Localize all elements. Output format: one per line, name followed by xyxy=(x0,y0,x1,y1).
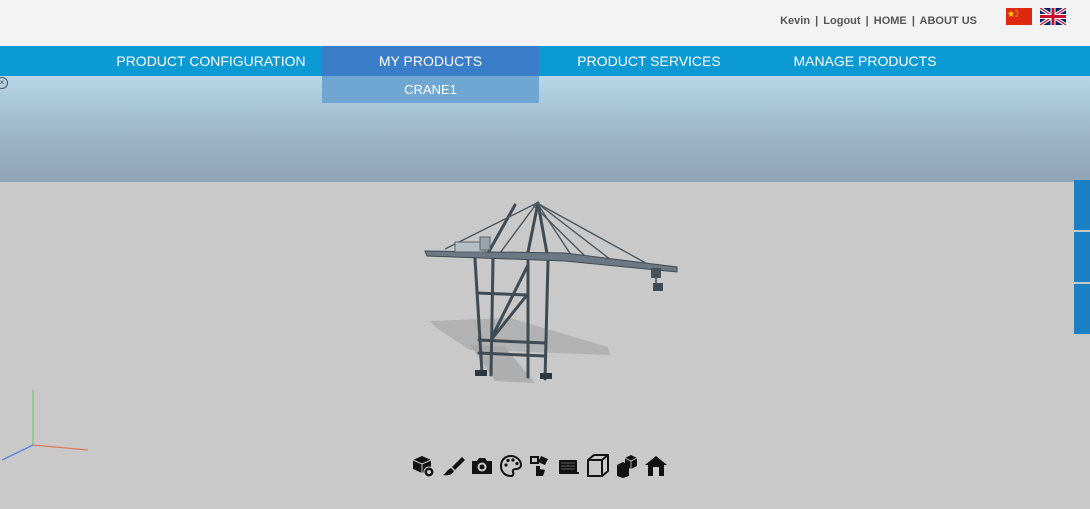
dropdown-item-crane1[interactable]: CRANE1 xyxy=(322,76,539,103)
crane-shadow xyxy=(430,318,610,355)
viewer-toolbar xyxy=(411,453,669,481)
side-tab-2[interactable] xyxy=(1074,232,1090,282)
separator: | xyxy=(815,15,819,27)
user-links: Kevin | Logout | HOME | ABOUT US xyxy=(780,15,977,27)
home-icon[interactable] xyxy=(643,453,669,479)
nav-product-services[interactable]: PRODUCT SERVICES xyxy=(539,46,759,76)
uk-flag-icon[interactable] xyxy=(1040,8,1066,25)
keyboard-icon[interactable] xyxy=(556,453,582,479)
crane-structure xyxy=(473,201,550,381)
side-tab-1[interactable] xyxy=(1074,180,1090,230)
side-tabs xyxy=(1074,180,1090,336)
separator: | xyxy=(911,15,915,27)
camera-icon[interactable] xyxy=(469,453,495,479)
home-link[interactable]: HOME xyxy=(874,15,907,27)
logout-link[interactable]: Logout xyxy=(823,15,860,27)
palette-icon[interactable] xyxy=(498,453,524,479)
about-us-link[interactable]: ABOUT US xyxy=(920,15,977,27)
top-header: Kevin | Logout | HOME | ABOUT US xyxy=(0,0,1090,46)
nav-product-configuration[interactable]: PRODUCT CONFIGURATION xyxy=(100,46,322,76)
explode-icon[interactable] xyxy=(614,453,640,479)
nav-my-products[interactable]: MY PRODUCTS xyxy=(322,46,539,76)
separator: | xyxy=(865,15,869,27)
nav-manage-products[interactable]: MANAGE PRODUCTS xyxy=(759,46,971,76)
main-nav: PRODUCT CONFIGURATION MY PRODUCTS PRODUC… xyxy=(0,46,1090,76)
side-tab-3[interactable] xyxy=(1074,284,1090,334)
sky-background xyxy=(0,76,1090,182)
brush-icon[interactable] xyxy=(440,453,466,479)
crane-boom xyxy=(424,250,678,273)
crane-model[interactable] xyxy=(415,195,690,395)
cube-view-icon[interactable] xyxy=(411,453,437,479)
axis-gizmo xyxy=(1,390,89,461)
touch-rotate-icon[interactable] xyxy=(527,453,553,479)
cube-wireframe-icon[interactable] xyxy=(585,453,611,479)
username-link[interactable]: Kevin xyxy=(780,15,810,27)
china-flag-icon[interactable] xyxy=(1006,8,1032,25)
